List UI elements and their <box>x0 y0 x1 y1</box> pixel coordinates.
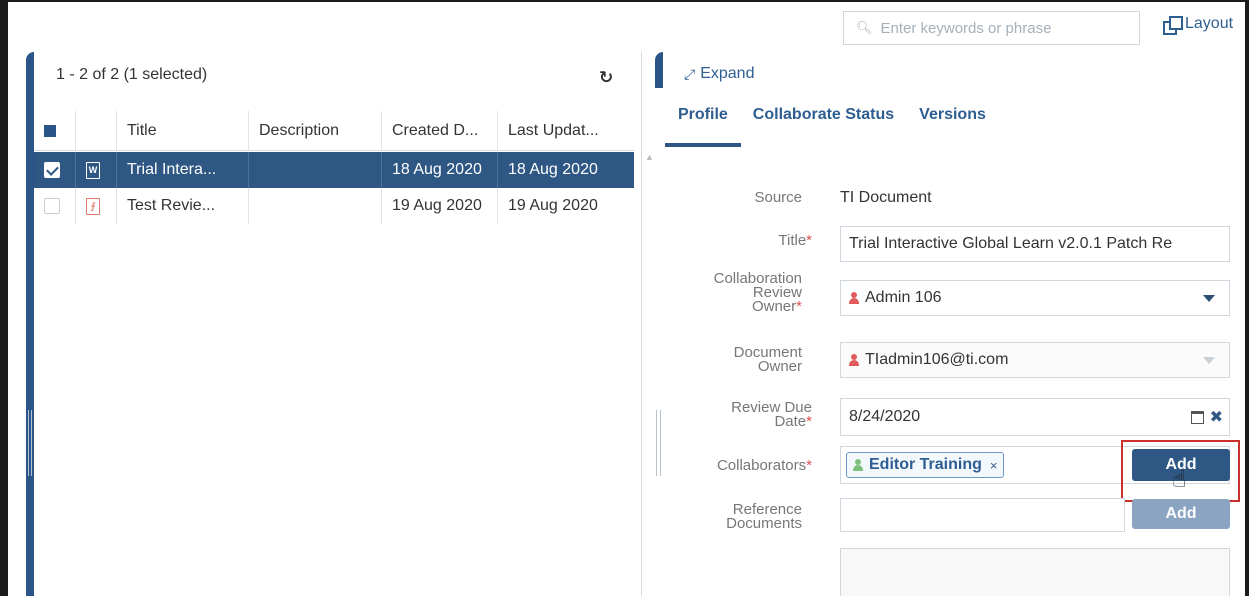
clear-icon[interactable]: ✖ <box>1210 407 1223 427</box>
search-placeholder: Enter keywords or phrase <box>880 19 1052 37</box>
layout-button[interactable]: Layout <box>1163 15 1234 35</box>
source-value: TI Document <box>840 189 932 206</box>
review-due-date-value: 8/24/2020 <box>849 408 921 425</box>
row-checkbox[interactable] <box>44 162 60 178</box>
review-due-date-field[interactable]: 8/24/2020 ✖ <box>840 398 1230 436</box>
notes-textarea[interactable] <box>840 548 1230 596</box>
window-frame-right <box>1245 0 1249 596</box>
record-count: 1 - 2 of 2 (1 selected) <box>56 66 208 83</box>
user-icon <box>853 459 863 471</box>
detail-panel-accent <box>655 52 663 88</box>
column-header-description[interactable]: Description <box>249 111 382 151</box>
tab-profile[interactable]: Profile <box>665 106 741 147</box>
collaborators-label: Collaborators* <box>716 457 812 474</box>
splitter-handle-middle[interactable] <box>656 410 661 476</box>
expand-label: Expand <box>700 65 755 82</box>
column-header-updated[interactable]: Last Updat... <box>498 111 614 151</box>
review-owner-label: Collaboration Review Owner* <box>713 270 802 315</box>
title-field[interactable]: Trial Interactive Global Learn v2.0.1 Pa… <box>840 226 1230 262</box>
window-frame-top <box>0 0 1249 2</box>
reference-documents-label: Reference Documents <box>726 501 802 532</box>
word-file-icon: W <box>86 161 100 179</box>
grid-header: Title Description Created D... Last Upda… <box>34 111 634 151</box>
refresh-icon[interactable]: ↻ <box>599 69 615 86</box>
expand-button[interactable]: ⤢ Expand <box>684 65 754 83</box>
calendar-icon[interactable] <box>1191 411 1204 424</box>
row-description <box>249 188 382 224</box>
row-checkbox[interactable] <box>44 198 60 214</box>
column-header-created[interactable]: Created D... <box>382 111 498 151</box>
document-owner-value: TIadmin106@ti.com <box>865 351 1009 368</box>
document-list-panel: 1 - 2 of 2 (1 selected) ↻ Title Descript… <box>26 52 654 596</box>
pdf-file-icon: ⨍ <box>86 197 100 215</box>
select-all-checkbox[interactable] <box>44 125 56 137</box>
select-all-cell[interactable] <box>34 111 76 151</box>
chevron-down-icon[interactable] <box>1203 295 1215 302</box>
column-header-title[interactable]: Title <box>117 111 249 151</box>
hand-cursor-icon: ☝ <box>1172 466 1187 493</box>
splitter-handle-left[interactable] <box>28 410 32 476</box>
layout-icon <box>1163 15 1183 35</box>
scroll-up-arrow-icon[interactable]: ▲ <box>645 152 655 166</box>
tab-collaborate-status[interactable]: Collaborate Status <box>753 106 894 146</box>
file-type-cell: W <box>76 152 117 188</box>
expand-icon: ⤢ <box>684 65 696 82</box>
row-created: 19 Aug 2020 <box>382 188 498 224</box>
window-frame-left <box>0 0 8 596</box>
collaborator-tag-label: Editor Training <box>869 456 982 473</box>
reference-documents-input[interactable] <box>840 498 1125 532</box>
table-row[interactable]: W Trial Intera... 18 Aug 2020 18 Aug 202… <box>34 152 634 188</box>
review-owner-value: Admin 106 <box>865 289 942 306</box>
row-title: Test Revie... <box>117 188 249 224</box>
table-row[interactable]: ⨍ Test Revie... 19 Aug 2020 19 Aug 2020 <box>34 188 634 224</box>
detail-tabs: Profile Collaborate Status Versions <box>665 106 1011 147</box>
layout-label: Layout <box>1185 15 1234 32</box>
row-updated: 18 Aug 2020 <box>508 161 598 178</box>
user-icon <box>849 292 859 304</box>
collaborator-tag[interactable]: Editor Training × <box>846 452 1005 478</box>
review-due-date-label: Review Due Date* <box>731 399 812 430</box>
document-owner-label: Document Owner <box>733 344 802 375</box>
source-label: Source <box>754 189 802 206</box>
search-icon: 🔍︎ <box>856 20 873 35</box>
row-description <box>249 152 382 188</box>
tab-versions[interactable]: Versions <box>919 106 986 146</box>
row-updated: 19 Aug 2020 <box>508 197 598 214</box>
file-type-cell: ⨍ <box>76 188 117 224</box>
document-owner-select[interactable]: TIadmin106@ti.com <box>840 342 1230 378</box>
chevron-down-icon[interactable] <box>1203 357 1215 364</box>
title-label: Title* <box>778 232 812 249</box>
user-icon <box>849 354 859 366</box>
add-reference-button[interactable]: Add <box>1132 499 1230 529</box>
type-column-header <box>76 111 117 151</box>
row-created: 18 Aug 2020 <box>382 152 498 188</box>
row-title: Trial Intera... <box>117 152 249 188</box>
row-checkbox-cell[interactable] <box>34 188 76 224</box>
review-owner-select[interactable]: Admin 106 <box>840 280 1230 316</box>
search-input[interactable]: 🔍︎ Enter keywords or phrase <box>843 11 1140 45</box>
row-checkbox-cell[interactable] <box>34 152 76 188</box>
remove-tag-icon[interactable]: × <box>990 458 998 473</box>
